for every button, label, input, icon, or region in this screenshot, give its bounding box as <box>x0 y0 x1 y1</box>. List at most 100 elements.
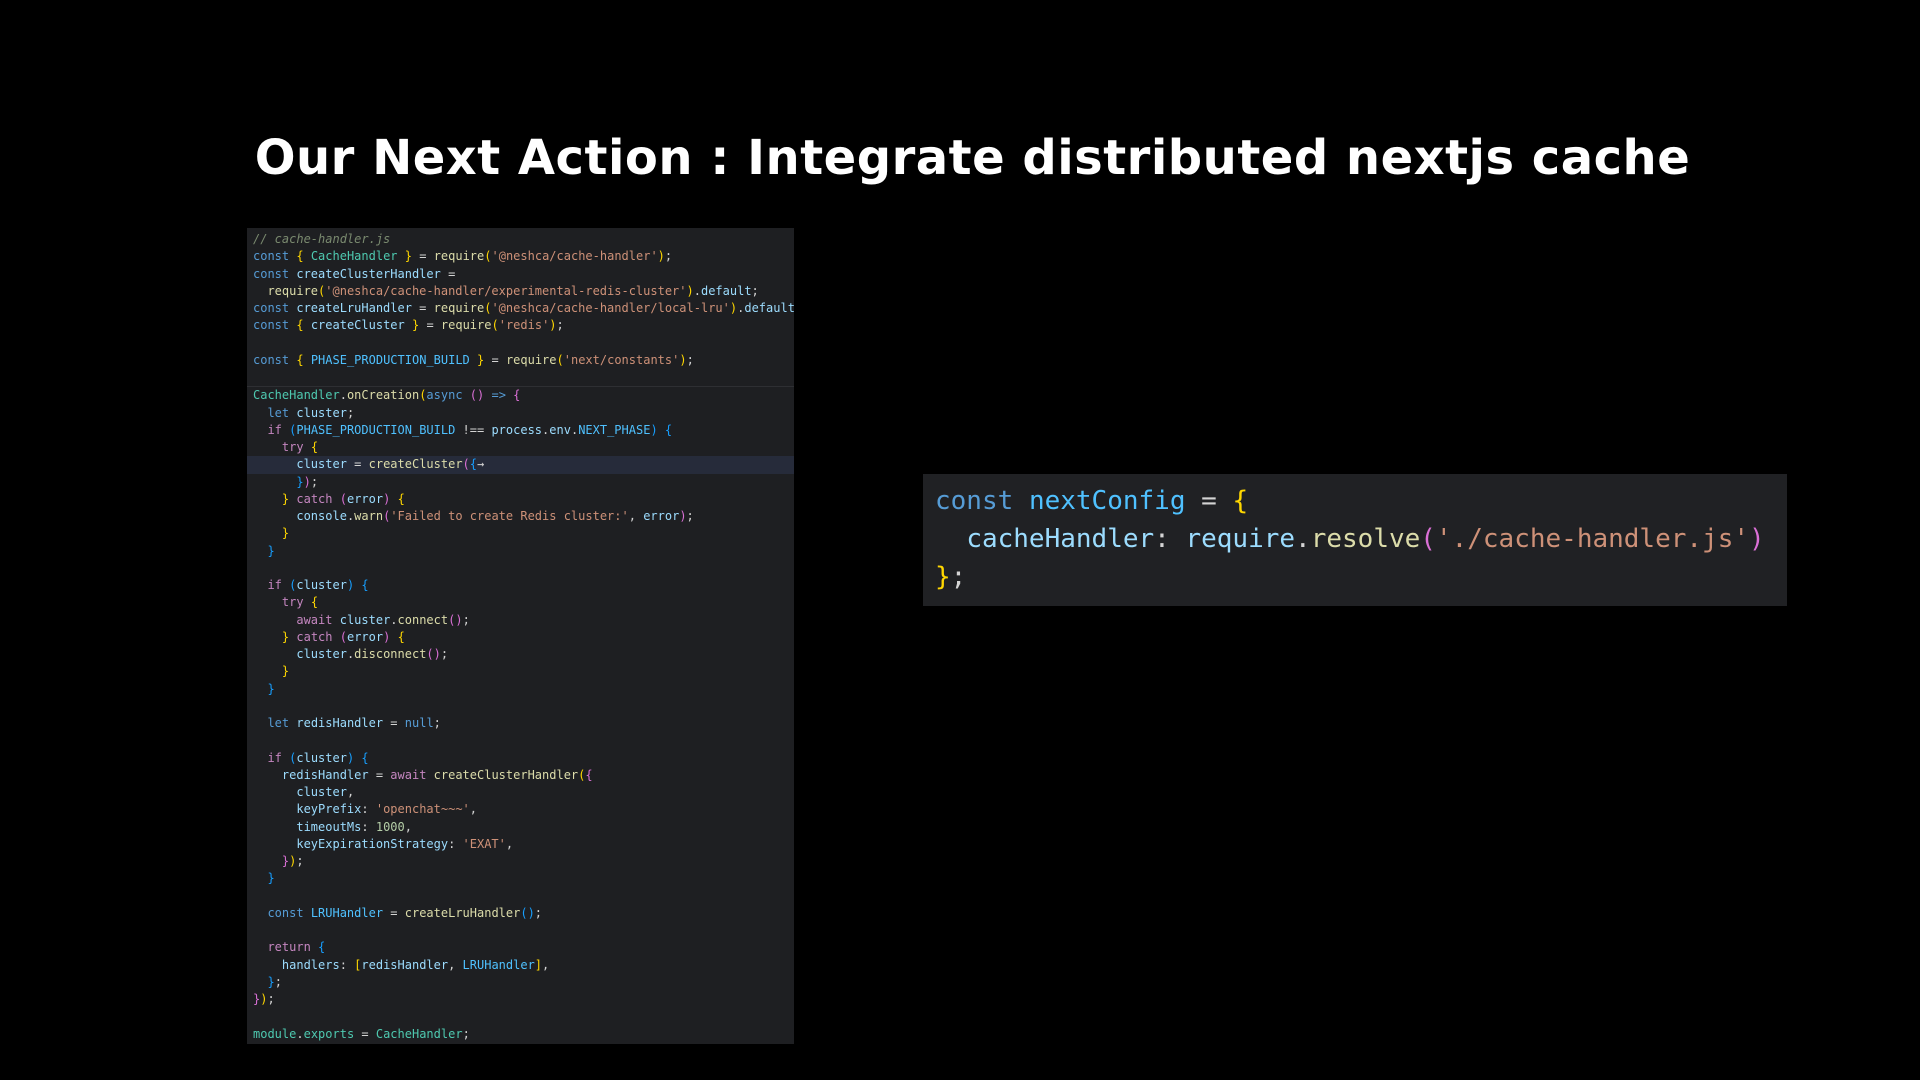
code-token: { <box>361 750 369 765</box>
code-token: ; <box>556 318 564 333</box>
code-token: → <box>477 457 485 472</box>
code-token: await <box>296 612 333 627</box>
code-token: { <box>361 578 369 592</box>
code-line: return { <box>253 939 794 956</box>
code-token: { <box>310 440 319 454</box>
code-line: }; <box>935 558 1787 596</box>
code-token: connect <box>397 612 449 627</box>
code-token: = <box>354 1026 376 1041</box>
code-token: require <box>267 283 319 298</box>
code-line: CacheHandler.onCreation(async () => { <box>247 386 794 404</box>
code-token: '@neshca/cache-handler/local-lru' <box>491 301 730 315</box>
code-lines: // cache-handler.js const { CacheHandler … <box>247 231 794 1043</box>
code-token: ] <box>534 957 543 972</box>
code-token: . <box>390 612 398 627</box>
code-line: module.exports = CacheHandler; <box>253 1026 794 1043</box>
code-token: { <box>513 388 521 403</box>
code-token: , <box>469 802 477 817</box>
code-token: ( <box>339 629 347 644</box>
code-token: const <box>253 301 290 315</box>
code-token: cluster <box>296 578 347 592</box>
code-token: { <box>310 595 319 610</box>
code-token: './cache-handler.js' <box>1435 524 1750 554</box>
code-token: () <box>448 612 463 627</box>
code-line: let cluster; <box>253 405 794 422</box>
code-token: redisHandler <box>281 767 369 782</box>
code-line: cluster.disconnect(); <box>253 646 794 663</box>
slide-title: Our Next Action : Integrate distributed … <box>254 130 1691 186</box>
code-token: ) <box>650 422 658 437</box>
code-token: : <box>361 802 376 817</box>
code-token: module <box>253 1026 297 1041</box>
cache-handler-code-panel: // cache-handler.js const { CacheHandler … <box>247 228 794 1044</box>
code-token: = <box>346 457 369 472</box>
code-token: ( <box>484 249 492 264</box>
code-token: { <box>585 767 593 782</box>
code-token: cluster <box>296 405 347 420</box>
code-token: default <box>700 283 752 298</box>
code-token: catch <box>296 491 333 506</box>
code-token: '@neshca/cache-handler' <box>491 249 658 264</box>
code-token: cacheHandler <box>966 524 1155 554</box>
code-token: ; <box>296 854 304 868</box>
code-token: ) <box>549 318 557 333</box>
code-token: require <box>440 318 492 333</box>
code-token: if <box>267 578 282 592</box>
code-line: let redisHandler = null; <box>253 715 794 732</box>
code-token: let <box>267 716 290 730</box>
code-token: require <box>505 352 557 367</box>
code-token: : <box>339 957 355 972</box>
code-line: const { PHASE_PRODUCTION_BUILD } = requi… <box>253 352 794 369</box>
code-token: disconnect <box>354 647 427 661</box>
code-token: createCluster <box>310 318 405 333</box>
code-token: 'next/constants' <box>563 352 680 367</box>
code-token: ( <box>1420 524 1436 554</box>
code-token: () <box>426 647 441 661</box>
code-line: } <box>253 870 794 887</box>
code-token: catch <box>296 629 333 644</box>
code-token: error <box>346 629 384 644</box>
code-line: } catch (error) { <box>253 629 794 646</box>
code-token: ) <box>303 474 311 489</box>
code-lines: const nextConfig = { cacheHandler: requi… <box>935 482 1787 596</box>
code-token: error <box>643 509 680 523</box>
code-line: const LRUHandler = createLruHandler(); <box>253 905 794 922</box>
code-token: { <box>318 940 326 955</box>
code-token: ; <box>751 283 759 298</box>
code-token: if <box>267 750 282 765</box>
code-token: => <box>491 388 506 403</box>
code-token: 'Failed to create Redis cluster:' <box>390 509 629 523</box>
code-line: if (PHASE_PRODUCTION_BUILD !== process.e… <box>253 422 794 439</box>
code-line: cluster = createCluster({→ <box>247 456 794 474</box>
code-token: 1000 <box>375 819 405 834</box>
code-token: '@neshca/cache-handler/experimental-redi… <box>325 283 687 298</box>
code-token: ( <box>491 318 499 333</box>
code-token: ) <box>1749 524 1765 554</box>
code-token: ) <box>686 283 694 298</box>
code-token: try <box>281 595 304 610</box>
code-token: redisHandler <box>296 716 384 730</box>
code-token: ; <box>462 612 470 627</box>
code-line: await cluster.connect(); <box>253 612 794 629</box>
code-token: ; <box>664 249 673 264</box>
code-line: } <box>253 663 794 680</box>
code-token: . <box>296 1026 304 1041</box>
